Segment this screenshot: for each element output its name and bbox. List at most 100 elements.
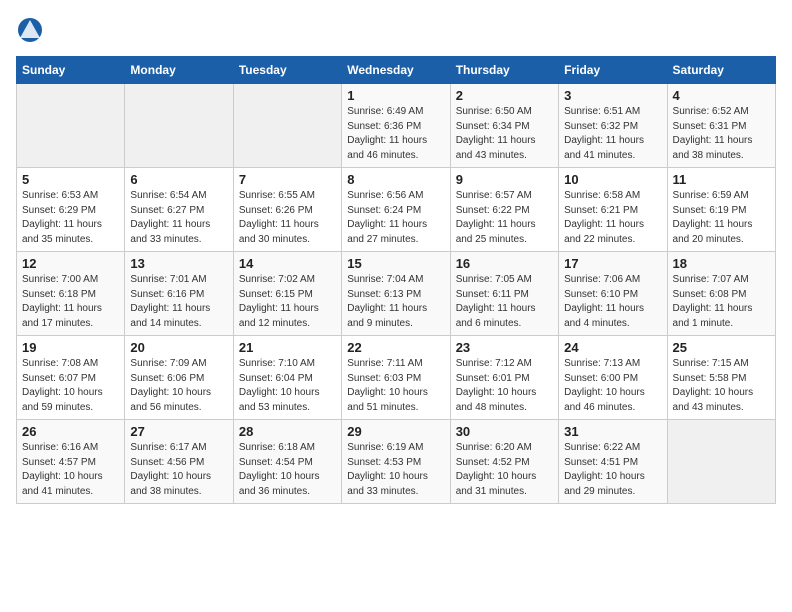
day-cell: 15Sunrise: 7:04 AM Sunset: 6:13 PM Dayli… [342,252,450,336]
day-number: 16 [456,256,553,271]
day-info: Sunrise: 6:50 AM Sunset: 6:34 PM Dayligh… [456,105,553,163]
day-number: 30 [456,424,553,439]
day-number: 5 [22,172,119,187]
day-cell: 9 Sunrise: 6:57 AM Sunset: 6:22 PM Daylig… [450,168,558,252]
day-cell [17,84,125,168]
day-cell: 22 Sunrise: 7:11 AM Sunset: 6:03 PM Dayli… [342,336,450,420]
day-cell: 17 Sunrise: 7:06 AM Sunset: 6:10 PM Dayli… [559,252,667,336]
day-info: Sunrise: 6:17 AM Sunset: 4:56 PM Dayligh… [130,441,227,499]
day-info: Sunrise: 7:15 AM Sunset: 5:58 PM Dayligh… [673,357,770,415]
day-number: 18 [673,256,770,271]
day-number: 28 [239,424,336,439]
day-cell: 31 Sunrise: 6:22 AM Sunset: 4:51 PM Dayli… [559,420,667,504]
col-header-thursday: Thursday [450,57,558,84]
day-cell [233,84,341,168]
day-number: 3 [564,88,661,103]
day-info: Sunrise: 6:54 AM Sunset: 6:27 PM Dayligh… [130,189,227,247]
col-header-wednesday: Wednesday [342,57,450,84]
col-header-saturday: Saturday [667,57,775,84]
calendar-container: SundayMondayTuesdayWednesdayThursdayFrid… [0,0,792,512]
day-headers-row: SundayMondayTuesdayWednesdayThursdayFrid… [17,57,776,84]
day-number: 27 [130,424,227,439]
day-cell: 30 Sunrise: 6:20 AM Sunset: 4:52 PM Dayli… [450,420,558,504]
day-info: Sunrise: 7:06 AM Sunset: 6:10 PM Dayligh… [564,273,661,331]
day-info: Sunrise: 6:16 AM Sunset: 4:57 PM Dayligh… [22,441,119,499]
week-row-3: 12 Sunrise: 7:00 AM Sunset: 6:18 PM Dayli… [17,252,776,336]
day-info: Sunrise: 6:53 AM Sunset: 6:29 PM Dayligh… [22,189,119,247]
day-number: 29 [347,424,444,439]
day-info: Sunrise: 7:09 AM Sunset: 6:06 PM Dayligh… [130,357,227,415]
day-number: 11 [673,172,770,187]
day-cell: 2 Sunrise: 6:50 AM Sunset: 6:34 PM Daylig… [450,84,558,168]
day-number: 2 [456,88,553,103]
day-cell: 1 Sunrise: 6:49 AM Sunset: 6:36 PM Daylig… [342,84,450,168]
day-info: Sunrise: 6:20 AM Sunset: 4:52 PM Dayligh… [456,441,553,499]
day-cell: 5 Sunrise: 6:53 AM Sunset: 6:29 PM Daylig… [17,168,125,252]
header [16,16,776,44]
day-number: 1 [347,88,444,103]
day-number: 8 [347,172,444,187]
day-cell: 12 Sunrise: 7:00 AM Sunset: 6:18 PM Dayli… [17,252,125,336]
day-cell [667,420,775,504]
day-info: Sunrise: 7:12 AM Sunset: 6:01 PM Dayligh… [456,357,553,415]
day-number: 31 [564,424,661,439]
day-cell: 13 Sunrise: 7:01 AM Sunset: 6:16 PM Dayli… [125,252,233,336]
day-number: 22 [347,340,444,355]
day-number: 23 [456,340,553,355]
day-info: Sunrise: 6:49 AM Sunset: 6:36 PM Dayligh… [347,105,444,163]
day-cell: 29 Sunrise: 6:19 AM Sunset: 4:53 PM Dayli… [342,420,450,504]
day-info: Sunrise: 7:01 AM Sunset: 6:16 PM Dayligh… [130,273,227,331]
day-info: Sunrise: 6:22 AM Sunset: 4:51 PM Dayligh… [564,441,661,499]
day-info: Sunrise: 7:04 AM Sunset: 6:13 PM Dayligh… [347,273,444,331]
day-number: 24 [564,340,661,355]
day-info: Sunrise: 6:52 AM Sunset: 6:31 PM Dayligh… [673,105,770,163]
day-cell: 6 Sunrise: 6:54 AM Sunset: 6:27 PM Daylig… [125,168,233,252]
day-number: 4 [673,88,770,103]
day-number: 13 [130,256,227,271]
day-number: 17 [564,256,661,271]
week-row-4: 19Sunrise: 7:08 AM Sunset: 6:07 PM Dayli… [17,336,776,420]
day-cell: 8Sunrise: 6:56 AM Sunset: 6:24 PM Daylig… [342,168,450,252]
day-info: Sunrise: 7:13 AM Sunset: 6:00 PM Dayligh… [564,357,661,415]
day-info: Sunrise: 6:59 AM Sunset: 6:19 PM Dayligh… [673,189,770,247]
col-header-monday: Monday [125,57,233,84]
day-number: 12 [22,256,119,271]
day-cell: 19Sunrise: 7:08 AM Sunset: 6:07 PM Dayli… [17,336,125,420]
day-cell: 4 Sunrise: 6:52 AM Sunset: 6:31 PM Daylig… [667,84,775,168]
day-cell: 7Sunrise: 6:55 AM Sunset: 6:26 PM Daylig… [233,168,341,252]
day-cell: 3 Sunrise: 6:51 AM Sunset: 6:32 PM Daylig… [559,84,667,168]
col-header-friday: Friday [559,57,667,84]
day-info: Sunrise: 6:51 AM Sunset: 6:32 PM Dayligh… [564,105,661,163]
day-info: Sunrise: 7:00 AM Sunset: 6:18 PM Dayligh… [22,273,119,331]
day-number: 25 [673,340,770,355]
day-info: Sunrise: 6:58 AM Sunset: 6:21 PM Dayligh… [564,189,661,247]
day-number: 10 [564,172,661,187]
day-number: 7 [239,172,336,187]
day-number: 6 [130,172,227,187]
col-header-sunday: Sunday [17,57,125,84]
day-cell: 28 Sunrise: 6:18 AM Sunset: 4:54 PM Dayli… [233,420,341,504]
day-info: Sunrise: 7:02 AM Sunset: 6:15 PM Dayligh… [239,273,336,331]
day-cell: 26Sunrise: 6:16 AM Sunset: 4:57 PM Dayli… [17,420,125,504]
day-info: Sunrise: 6:18 AM Sunset: 4:54 PM Dayligh… [239,441,336,499]
logo [16,16,48,44]
day-info: Sunrise: 7:05 AM Sunset: 6:11 PM Dayligh… [456,273,553,331]
day-cell: 21Sunrise: 7:10 AM Sunset: 6:04 PM Dayli… [233,336,341,420]
week-row-2: 5 Sunrise: 6:53 AM Sunset: 6:29 PM Daylig… [17,168,776,252]
day-info: Sunrise: 6:57 AM Sunset: 6:22 PM Dayligh… [456,189,553,247]
day-number: 20 [130,340,227,355]
day-info: Sunrise: 7:08 AM Sunset: 6:07 PM Dayligh… [22,357,119,415]
day-cell: 27 Sunrise: 6:17 AM Sunset: 4:56 PM Dayli… [125,420,233,504]
logo-icon [16,16,44,44]
day-cell: 16 Sunrise: 7:05 AM Sunset: 6:11 PM Dayli… [450,252,558,336]
day-info: Sunrise: 6:19 AM Sunset: 4:53 PM Dayligh… [347,441,444,499]
day-cell [125,84,233,168]
day-cell: 25 Sunrise: 7:15 AM Sunset: 5:58 PM Dayli… [667,336,775,420]
day-info: Sunrise: 7:11 AM Sunset: 6:03 PM Dayligh… [347,357,444,415]
day-cell: 10 Sunrise: 6:58 AM Sunset: 6:21 PM Dayli… [559,168,667,252]
day-cell: 24 Sunrise: 7:13 AM Sunset: 6:00 PM Dayli… [559,336,667,420]
day-number: 9 [456,172,553,187]
day-cell: 18Sunrise: 7:07 AM Sunset: 6:08 PM Dayli… [667,252,775,336]
week-row-1: 1 Sunrise: 6:49 AM Sunset: 6:36 PM Daylig… [17,84,776,168]
day-cell: 23 Sunrise: 7:12 AM Sunset: 6:01 PM Dayli… [450,336,558,420]
